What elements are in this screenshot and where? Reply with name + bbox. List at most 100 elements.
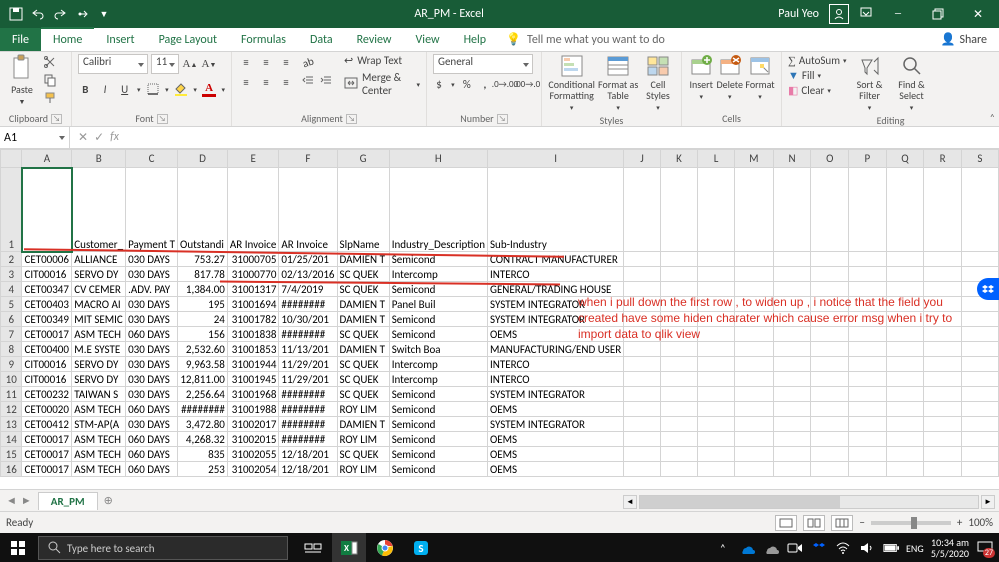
row-header[interactable]: 7 <box>1 327 22 342</box>
row-header[interactable]: 4 <box>1 282 22 297</box>
cell[interactable] <box>660 447 697 462</box>
action-center-icon[interactable]: 27 <box>977 540 993 556</box>
shrink-font-icon[interactable]: A▼ <box>201 56 217 72</box>
excel-app-icon[interactable]: X <box>332 533 366 562</box>
cell[interactable]: CET00017 <box>22 447 72 462</box>
cell[interactable]: 7/4/2019 <box>279 282 337 297</box>
cell[interactable]: 12/18/201 <box>279 447 337 462</box>
cell[interactable]: SC QUEK <box>337 387 389 402</box>
cell[interactable]: ######## <box>279 417 337 432</box>
cell[interactable] <box>924 402 961 417</box>
cell[interactable]: 060 DAYS <box>126 432 178 447</box>
col-header[interactable]: C <box>126 150 178 168</box>
row-header[interactable]: 9 <box>1 357 22 372</box>
orientation-icon[interactable]: ab <box>298 52 319 73</box>
cell[interactable] <box>735 447 774 462</box>
cell[interactable]: 31001838 <box>227 327 279 342</box>
cell[interactable]: CET00349 <box>22 312 72 327</box>
cell[interactable]: CET00006 <box>22 252 72 267</box>
zoom-slider[interactable] <box>871 521 951 525</box>
cell[interactable]: 31001944 <box>227 357 279 372</box>
cell[interactable]: 4,268.32 <box>178 432 228 447</box>
cell[interactable]: 31002017 <box>227 417 279 432</box>
font-size-select[interactable]: 11 <box>151 54 179 74</box>
cell[interactable] <box>886 357 924 372</box>
undo-icon[interactable] <box>30 6 46 22</box>
cell[interactable] <box>735 387 774 402</box>
cell[interactable]: 31001317 <box>227 282 279 297</box>
cell[interactable] <box>624 432 661 447</box>
cell[interactable] <box>773 267 811 282</box>
cell[interactable] <box>811 387 849 402</box>
user-avatar-icon[interactable] <box>829 4 849 24</box>
find-select-button[interactable]: Find & Select▾ <box>893 54 931 113</box>
cell[interactable]: Semicond <box>389 417 487 432</box>
cell[interactable]: 31001968 <box>227 387 279 402</box>
cell[interactable] <box>924 432 961 447</box>
cell[interactable] <box>961 447 998 462</box>
cell[interactable]: 817.78 <box>178 267 228 282</box>
cell[interactable]: 060 DAYS <box>126 462 178 477</box>
cell[interactable]: 31000705 <box>227 252 279 267</box>
col-header[interactable]: A <box>22 150 72 168</box>
format-cells-button[interactable]: Format▾ <box>745 54 775 102</box>
cell[interactable] <box>773 432 811 447</box>
cell[interactable]: AR Invoice <box>227 168 279 252</box>
cell[interactable]: 31001782 <box>227 312 279 327</box>
cell[interactable]: SC QUEK <box>337 372 389 387</box>
dropbox-tray-icon[interactable] <box>811 540 827 556</box>
cell[interactable] <box>961 417 998 432</box>
format-painter-icon[interactable] <box>42 90 58 106</box>
cell[interactable] <box>735 462 774 477</box>
cell[interactable]: OEMS <box>488 462 624 477</box>
collapse-ribbon-icon[interactable]: ˄ <box>990 111 995 124</box>
border-icon[interactable] <box>145 81 160 97</box>
cell[interactable] <box>849 168 886 252</box>
cell[interactable]: 10/30/201 <box>279 312 337 327</box>
cell[interactable] <box>886 372 924 387</box>
cell[interactable] <box>624 447 661 462</box>
cell[interactable] <box>961 312 998 327</box>
zoom-level[interactable]: 100% <box>968 516 993 529</box>
cell[interactable] <box>849 342 886 357</box>
copy-icon[interactable] <box>42 72 58 88</box>
cell[interactable]: Semicond <box>389 312 487 327</box>
cell[interactable] <box>735 372 774 387</box>
cell[interactable] <box>660 402 697 417</box>
scroll-right-icon[interactable]: ► <box>981 495 995 509</box>
cell[interactable] <box>961 252 998 267</box>
cell[interactable] <box>886 252 924 267</box>
cell[interactable]: CET00017 <box>22 432 72 447</box>
delete-cells-button[interactable]: Delete▾ <box>716 54 743 102</box>
cell[interactable]: Customer_ <box>72 168 126 252</box>
qat-more-icon[interactable]: ▼ <box>96 6 112 22</box>
cell[interactable]: 31002054 <box>227 462 279 477</box>
chrome-app-icon[interactable] <box>368 533 402 562</box>
clipboard-launcher-icon[interactable]: ↘ <box>51 114 62 124</box>
row-header[interactable]: 10 <box>1 372 22 387</box>
redo-icon[interactable] <box>52 6 68 22</box>
cell[interactable]: 030 DAYS <box>126 297 178 312</box>
scroll-left-icon[interactable]: ◄ <box>623 495 637 509</box>
cell[interactable] <box>624 267 661 282</box>
decrease-indent-icon[interactable] <box>300 72 316 88</box>
tab-file[interactable]: File <box>0 28 41 51</box>
col-header[interactable]: I <box>488 150 624 168</box>
cell[interactable] <box>735 267 774 282</box>
cell[interactable] <box>698 342 735 357</box>
cell[interactable]: Semicond <box>389 462 487 477</box>
increase-decimal-icon[interactable]: .0→.00 <box>497 76 513 92</box>
cell[interactable]: 31002015 <box>227 432 279 447</box>
fill-color-icon[interactable] <box>174 81 189 97</box>
cell[interactable] <box>773 342 811 357</box>
row-header[interactable]: 5 <box>1 297 22 312</box>
cell[interactable]: DAMIEN T <box>337 297 389 312</box>
cell[interactable]: 030 DAYS <box>126 357 178 372</box>
scroll-thumb[interactable] <box>640 496 840 508</box>
cell[interactable]: CONTRACT MANUFACTURER <box>488 252 624 267</box>
cell[interactable] <box>886 387 924 402</box>
zoom-in-icon[interactable]: + <box>957 516 962 529</box>
cell[interactable] <box>961 432 998 447</box>
format-as-table-button[interactable]: Format as Table▾ <box>597 54 639 113</box>
cell[interactable]: CET00347 <box>22 282 72 297</box>
